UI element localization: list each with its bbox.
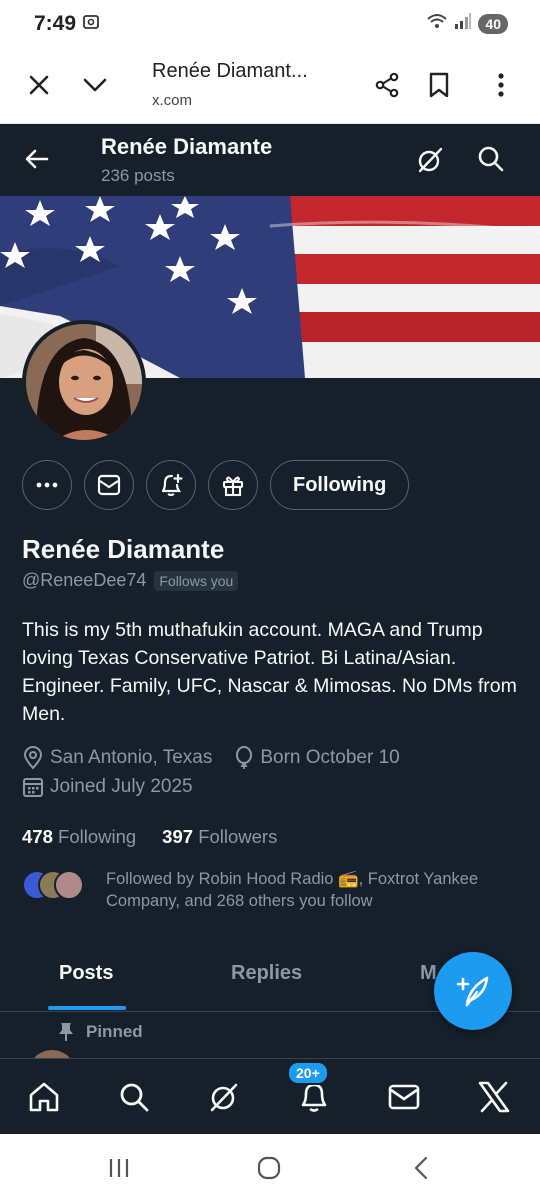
bottom-nav: 20+ xyxy=(0,1058,540,1134)
location-pin-icon xyxy=(23,746,43,770)
back-arrow-icon[interactable] xyxy=(22,144,52,179)
system-nav-bar xyxy=(0,1134,540,1200)
pinned-label: Pinned xyxy=(86,1022,143,1041)
search-icon[interactable] xyxy=(476,144,506,179)
page-url: x.com xyxy=(152,92,193,109)
bell-plus-icon xyxy=(161,473,183,497)
followed-by-text: Followed by Robin Hood Radio 📻, Foxtrot … xyxy=(106,870,479,910)
follows-you-badge: Follows you xyxy=(154,570,239,591)
follow-counts: 478 Following 397 Followers xyxy=(22,826,277,848)
avatar xyxy=(54,870,84,900)
status-time: 7:49 xyxy=(34,12,77,35)
active-tab-indicator xyxy=(48,1006,126,1010)
x-logo-icon[interactable] xyxy=(474,1077,514,1117)
home-button-icon[interactable] xyxy=(254,1154,284,1182)
battery-level: 40 xyxy=(478,13,508,34)
status-bar: 7:49 40 xyxy=(0,0,540,46)
profile-birthday: Born October 10 xyxy=(260,747,400,768)
home-icon[interactable] xyxy=(24,1077,64,1117)
back-button-icon[interactable] xyxy=(406,1154,436,1182)
profile-actions: Following xyxy=(22,460,410,510)
grok-icon[interactable] xyxy=(414,144,446,181)
profile-joined: Joined July 2025 xyxy=(50,776,193,797)
profile-name: Renée Diamante xyxy=(22,534,225,564)
grok-icon[interactable] xyxy=(204,1077,244,1117)
share-icon[interactable] xyxy=(370,68,404,102)
followers-count: 397 xyxy=(162,826,194,847)
more-options-button[interactable] xyxy=(22,460,72,510)
message-button[interactable] xyxy=(84,460,134,510)
feather-plus-icon xyxy=(456,976,489,1007)
browser-toolbar: Renée Diamant... x.com xyxy=(0,46,540,124)
pin-icon xyxy=(59,1023,73,1041)
search-icon[interactable] xyxy=(114,1077,154,1117)
following-count-link[interactable]: 478 Following xyxy=(22,826,136,848)
gift-button[interactable] xyxy=(208,460,258,510)
x-profile-page: Renée Diamante 236 posts Following Renée… xyxy=(0,124,540,1134)
joined-item: Joined July 2025 xyxy=(22,776,193,798)
bookmark-icon[interactable] xyxy=(422,68,456,102)
tab-replies[interactable]: Replies xyxy=(231,962,302,985)
birthday-item: Born October 10 xyxy=(234,746,400,770)
chevron-down-icon[interactable] xyxy=(78,68,112,102)
profile-top-nav: Renée Diamante 236 posts xyxy=(0,124,540,196)
profile-bio: This is my 5th muthafukin account. MAGA … xyxy=(22,619,517,725)
mail-icon xyxy=(97,474,121,496)
signal-icon xyxy=(454,12,472,35)
page-title: Renée Diamant... xyxy=(152,60,308,82)
location-item: San Antonio, Texas xyxy=(22,746,212,770)
profile-handle: @ReneeDee74 xyxy=(22,570,147,590)
status-indicators: 40 xyxy=(426,12,508,35)
followers-label: Followers xyxy=(198,826,278,847)
messages-icon[interactable] xyxy=(384,1077,424,1117)
gift-icon xyxy=(222,476,244,497)
close-icon[interactable] xyxy=(22,68,56,102)
balloon-icon xyxy=(236,746,253,769)
header-post-count: 236 posts xyxy=(101,166,175,185)
following-label: Following xyxy=(58,826,137,847)
more-horizontal-icon xyxy=(36,482,58,488)
handle-row: @ReneeDee74 Follows you xyxy=(22,570,239,591)
header-profile-name: Renée Diamante xyxy=(101,134,273,159)
profile-avatar[interactable] xyxy=(22,320,146,444)
profile-location: San Antonio, Texas xyxy=(50,747,213,768)
following-button[interactable]: Following xyxy=(270,460,410,510)
pinned-label-row: Pinned xyxy=(58,1022,143,1042)
more-vert-icon[interactable] xyxy=(484,68,518,102)
followed-by-row[interactable]: Followed by Robin Hood Radio 📻, Foxtrot … xyxy=(22,868,522,912)
recent-apps-icon[interactable] xyxy=(104,1154,134,1182)
notification-badge: 20+ xyxy=(287,1061,329,1085)
tab-posts[interactable]: Posts xyxy=(59,962,113,985)
followers-count-link[interactable]: 397 Followers xyxy=(162,826,277,848)
following-count: 478 xyxy=(22,826,53,847)
notify-button[interactable] xyxy=(146,460,196,510)
screenshot-icon xyxy=(82,13,100,36)
compose-post-button[interactable] xyxy=(434,952,512,1030)
calendar-icon xyxy=(23,778,43,797)
wifi-icon xyxy=(426,12,448,35)
profile-meta-row-2: Joined July 2025 xyxy=(22,776,193,798)
mutual-avatars xyxy=(22,870,92,902)
profile-meta-row-1: San Antonio, Texas Born October 10 xyxy=(22,746,400,770)
